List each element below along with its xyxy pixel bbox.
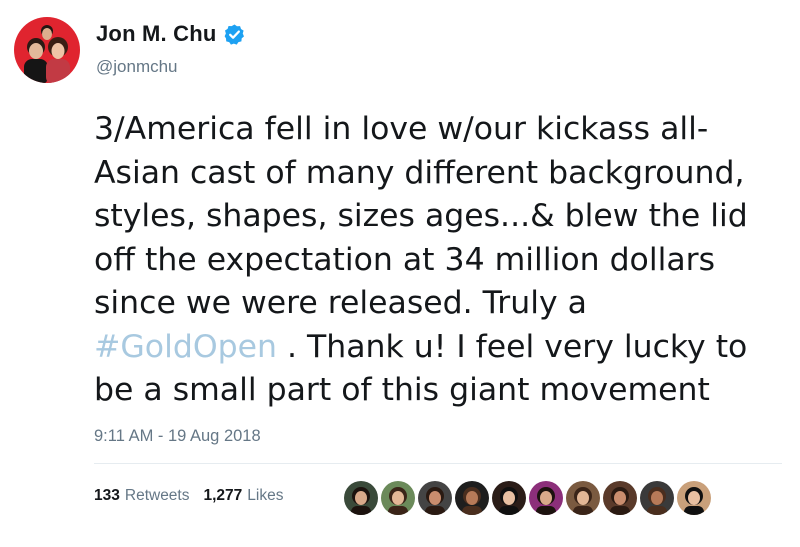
tweet-line-6-text: . Thank u! I feel very lucky to (276, 328, 748, 365)
liker-avatar-10[interactable] (677, 481, 711, 515)
tweet-stats: 133 Retweets 1,277 Likes (94, 487, 283, 505)
tweet-line-5: since we were released. Truly a (94, 285, 587, 321)
divider (94, 463, 782, 464)
likes-count: 1,277 (203, 487, 243, 504)
tweet-card: Jon M. Chu @jonmchu 3/America fell in lo… (0, 0, 800, 547)
tweet-timestamp[interactable]: 9:11 AM - 19 Aug 2018 (94, 427, 261, 446)
tweet-line-4: off the expectation at 34 million dollar… (94, 241, 716, 278)
liker-avatar-4[interactable] (455, 481, 489, 515)
tweet-line-3: styles, shapes, sizes ages...& blew the … (94, 198, 748, 234)
liker-avatar-3[interactable] (418, 481, 452, 515)
retweets-stat[interactable]: 133 Retweets (94, 487, 190, 505)
display-name[interactable]: Jon M. Chu (96, 21, 217, 47)
author-name-row[interactable]: Jon M. Chu (96, 20, 246, 48)
user-handle[interactable]: @jonmchu (96, 57, 178, 77)
tweet-line-2: Asian cast of many different background, (94, 154, 745, 191)
liker-avatars (344, 481, 714, 515)
liker-avatar-9[interactable] (640, 481, 674, 515)
liker-avatar-7[interactable] (566, 481, 600, 515)
liker-avatar-5[interactable] (492, 481, 526, 515)
tweet-line-7: be a small part of this giant movement (94, 372, 710, 408)
verified-badge-icon (223, 23, 246, 46)
hashtag-link[interactable]: #GoldOpen (94, 329, 277, 365)
tweet-line-1: 3/America fell in love w/our kickass all… (94, 111, 709, 147)
liker-avatar-6[interactable] (529, 481, 563, 515)
tweet-line-6: #GoldOpen . Thank u! I feel very lucky t… (94, 326, 784, 370)
likes-label: Likes (247, 487, 284, 504)
retweets-label: Retweets (124, 487, 190, 504)
likes-stat[interactable]: 1,277 Likes (204, 487, 284, 505)
avatar-image (14, 17, 80, 83)
profile-avatar[interactable] (14, 17, 80, 83)
liker-avatar-1[interactable] (344, 481, 378, 515)
liker-avatar-2[interactable] (381, 481, 415, 515)
liker-avatar-8[interactable] (603, 481, 637, 515)
retweets-count: 133 (94, 487, 120, 504)
tweet-text: 3/America fell in love w/our kickass all… (94, 108, 784, 413)
